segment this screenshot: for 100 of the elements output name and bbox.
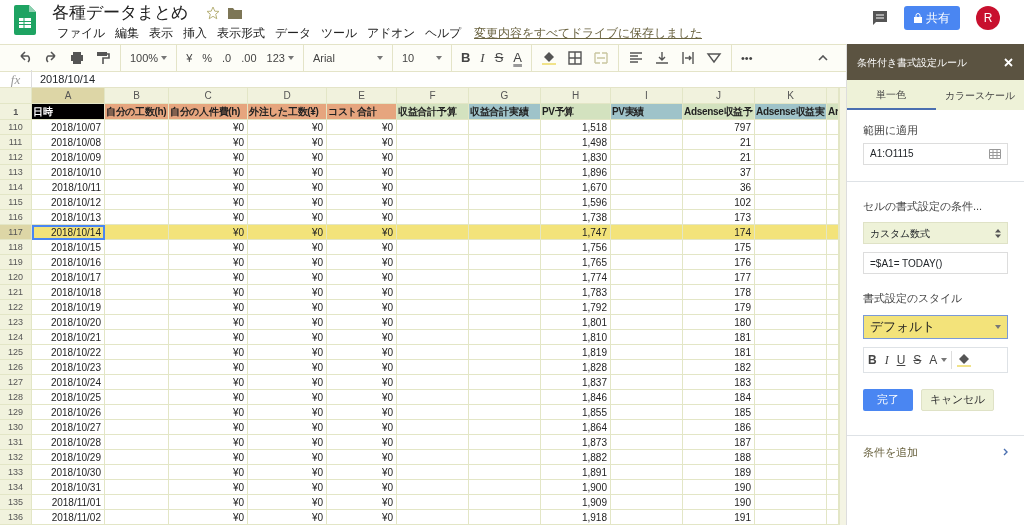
table-cell (469, 300, 541, 315)
formula-field[interactable]: =$A1= TODAY() (863, 252, 1008, 274)
toolbar-dropdown[interactable]: 10 (396, 47, 447, 69)
column-header[interactable]: F (397, 88, 469, 104)
bold-button[interactable]: B (455, 47, 476, 69)
panel-tab[interactable]: 単一色 (847, 80, 936, 110)
row-header[interactable]: 136 (0, 510, 32, 525)
folder-icon[interactable] (228, 7, 242, 19)
strikethrough-button[interactable]: S (909, 350, 926, 369)
panel-tab[interactable]: カラースケール (935, 80, 1024, 110)
row-header[interactable]: 111 (0, 135, 32, 150)
menu-item[interactable]: 編集 (110, 25, 144, 41)
italic-button[interactable]: I (475, 47, 490, 69)
row-header[interactable]: 120 (0, 270, 32, 285)
toolbar-button[interactable]: ••• (735, 47, 758, 69)
text-color-button[interactable]: A (925, 350, 953, 369)
menu-item[interactable]: データ (270, 25, 316, 41)
row-header[interactable]: 130 (0, 420, 32, 435)
row-header[interactable]: 126 (0, 360, 32, 375)
row-header[interactable]: 128 (0, 390, 32, 405)
row-header[interactable]: 110 (0, 120, 32, 135)
cancel-button[interactable]: キャンセル (921, 388, 994, 411)
style-select[interactable]: デフォルト (863, 314, 1008, 339)
row-header[interactable]: 114 (0, 180, 32, 195)
table-cell: 1,801 (541, 315, 611, 330)
table-cell (611, 450, 683, 465)
done-button[interactable]: 完了 (863, 388, 913, 411)
column-header[interactable]: D (248, 88, 327, 104)
row-header[interactable]: 133 (0, 465, 32, 480)
menu-item[interactable]: 表示 (144, 25, 178, 41)
text-color-button[interactable]: A (508, 47, 527, 69)
row-header[interactable]: 123 (0, 315, 32, 330)
row-header[interactable]: 127 (0, 375, 32, 390)
vertical-scrollbar[interactable] (839, 88, 846, 525)
comment-icon[interactable] (872, 10, 888, 26)
menu-item[interactable]: ヘルプ (420, 25, 466, 41)
chevron-right-icon[interactable] (1003, 447, 1008, 456)
menu-item[interactable]: ツール (316, 25, 362, 41)
account-avatar[interactable]: R (976, 6, 1000, 30)
table-cell: ¥0 (248, 195, 327, 210)
row-header[interactable]: 117 (0, 225, 32, 240)
table-cell (611, 465, 683, 480)
strikethrough-button[interactable]: S (489, 47, 509, 69)
formula-input[interactable]: 2018/10/14 (32, 71, 96, 88)
row-header[interactable]: 129 (0, 405, 32, 420)
row-header[interactable]: 115 (0, 195, 32, 210)
column-header[interactable]: H (541, 88, 611, 104)
table-cell (397, 390, 469, 405)
range-field[interactable]: A1:O1115 (863, 142, 1008, 165)
menu-item[interactable]: ファイル (52, 25, 110, 41)
toolbar-dropdown[interactable]: Arial (307, 47, 388, 69)
toolbar-dropdown[interactable]: 123 (261, 47, 299, 69)
row-header[interactable]: 135 (0, 495, 32, 510)
column-header[interactable]: K (755, 88, 827, 104)
column-header[interactable]: G (469, 88, 541, 104)
add-condition-link[interactable]: 条件を追加 (863, 443, 918, 460)
toolbar-dropdown[interactable]: 100% (125, 47, 173, 69)
column-header[interactable]: J (683, 88, 755, 104)
menu-item[interactable]: 挿入 (178, 25, 212, 41)
row-header[interactable]: 121 (0, 285, 32, 300)
row-header[interactable]: 132 (0, 450, 32, 465)
grid-select-icon[interactable] (989, 148, 1001, 159)
row-header[interactable]: 125 (0, 345, 32, 360)
table-cell: ¥0 (248, 285, 327, 300)
row-header[interactable]: 112 (0, 150, 32, 165)
row-header[interactable]: 134 (0, 480, 32, 495)
column-header[interactable]: C (169, 88, 248, 104)
toolbar-button[interactable]: % (197, 47, 218, 69)
column-header[interactable]: B (105, 88, 169, 104)
italic-button[interactable]: I (880, 350, 893, 369)
row-header[interactable]: 118 (0, 240, 32, 255)
fill-bucket-icon (956, 352, 973, 369)
toolbar-button[interactable]: .0 (217, 47, 237, 69)
row-header[interactable]: 119 (0, 255, 32, 270)
toolbar-button[interactable]: .00 (236, 47, 262, 69)
table-cell: ¥0 (169, 195, 248, 210)
row-header[interactable]: 124 (0, 330, 32, 345)
row-header[interactable]: 122 (0, 300, 32, 315)
star-icon[interactable] (206, 6, 220, 20)
close-button[interactable] (1003, 56, 1014, 68)
row-header[interactable]: 113 (0, 165, 32, 180)
column-header[interactable]: A (32, 88, 105, 104)
table-cell (611, 240, 683, 255)
underline-button[interactable]: U (892, 350, 910, 369)
row-header[interactable]: 131 (0, 435, 32, 450)
collapse-caret-icon[interactable] (818, 55, 828, 61)
column-header[interactable]: E (327, 88, 397, 104)
table-cell (105, 150, 169, 165)
condition-select[interactable]: カスタム数式 (863, 222, 1008, 244)
bold-button[interactable]: B (864, 350, 881, 369)
toolbar-button[interactable]: ¥ (181, 47, 198, 69)
column-header[interactable]: I (611, 88, 683, 104)
row-header[interactable]: 116 (0, 210, 32, 225)
menu-item[interactable]: アドオン (362, 25, 420, 41)
row-header[interactable]: 1 (0, 104, 32, 120)
table-cell (397, 330, 469, 345)
table-cell (755, 150, 827, 165)
save-status-link[interactable]: 変更内容をすべてドライブに保存しました (474, 24, 702, 42)
menu-item[interactable]: 表示形式 (212, 25, 270, 41)
share-button[interactable]: 共有 (904, 6, 960, 30)
